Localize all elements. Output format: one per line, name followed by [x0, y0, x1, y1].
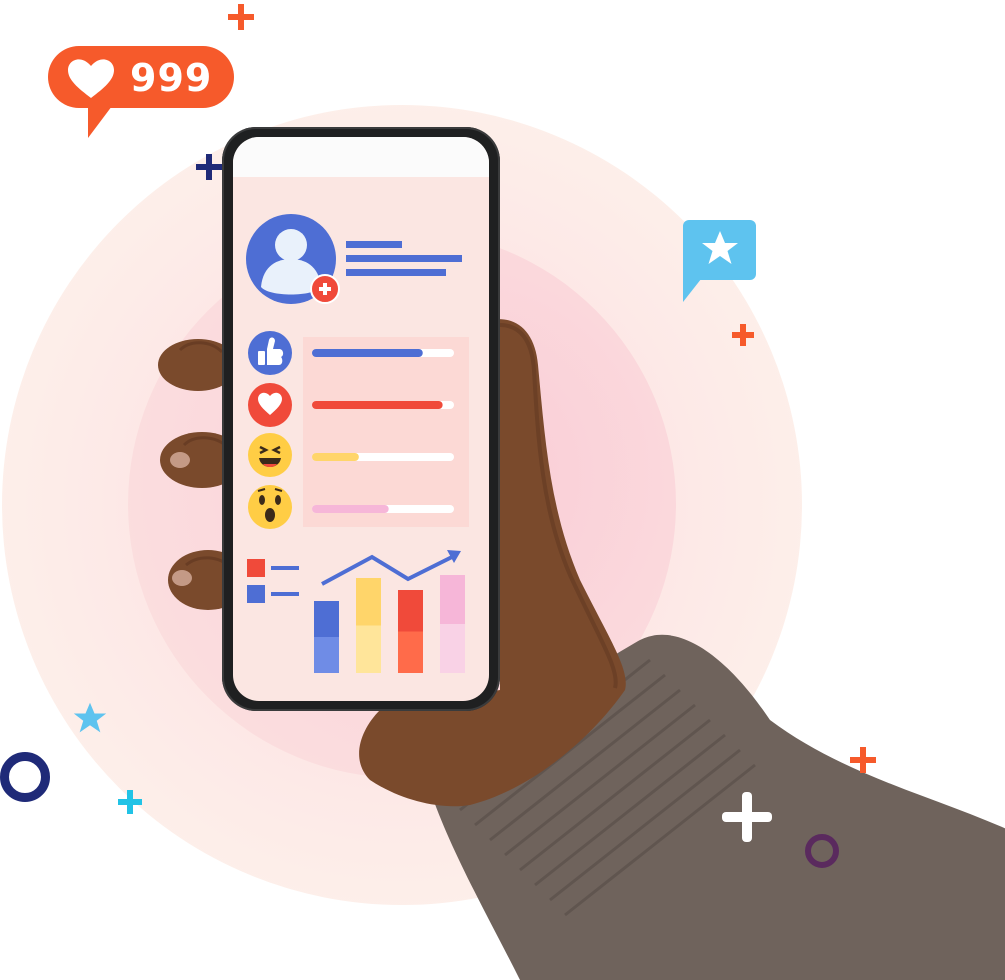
star-icon: [73, 702, 107, 733]
reaction-fill-like: [312, 349, 423, 357]
notification-badge-tail: [88, 98, 118, 138]
plus-icon: [228, 4, 254, 30]
chart-bar-bottom-3: [398, 631, 423, 673]
plus-icon: [118, 790, 142, 814]
surprised-face-icon[interactable]: [248, 485, 292, 529]
chart-bar-top-3: [398, 590, 423, 632]
chart-bar-bottom-2: [356, 625, 381, 673]
star-icon: [702, 231, 738, 264]
chart-bar-bottom-1: [314, 637, 339, 673]
chart-bar-top-4: [440, 575, 465, 624]
star-chat-bubble-tail: [683, 274, 705, 302]
chart-legend: [247, 559, 299, 603]
reaction-fill-wow: [312, 505, 389, 513]
profile-text-lines: [346, 241, 462, 276]
ring-icon: [0, 752, 50, 802]
plus-icon: [722, 792, 772, 842]
thumbs-up-icon[interactable]: [248, 331, 292, 375]
plus-icon: [850, 747, 876, 773]
chart-bar-top-2: [356, 578, 381, 626]
laughing-face-icon[interactable]: [248, 433, 292, 477]
reaction-fill-haha: [312, 453, 359, 461]
profile-avatar[interactable]: [246, 214, 340, 304]
plus-icon: [732, 324, 754, 346]
notification-count: 999: [130, 56, 213, 100]
phone-screen: [233, 137, 489, 701]
heart-icon: [68, 59, 114, 98]
plus-icon: [196, 154, 222, 180]
screen-content: [246, 214, 469, 673]
ring-icon: [805, 834, 839, 868]
reactions-panel: [303, 337, 469, 527]
chart-bar-bottom-4: [440, 624, 465, 673]
heart-reaction-icon[interactable]: [248, 383, 292, 427]
reaction-fill-love: [312, 401, 443, 409]
chart-bar-top-1: [314, 601, 339, 637]
